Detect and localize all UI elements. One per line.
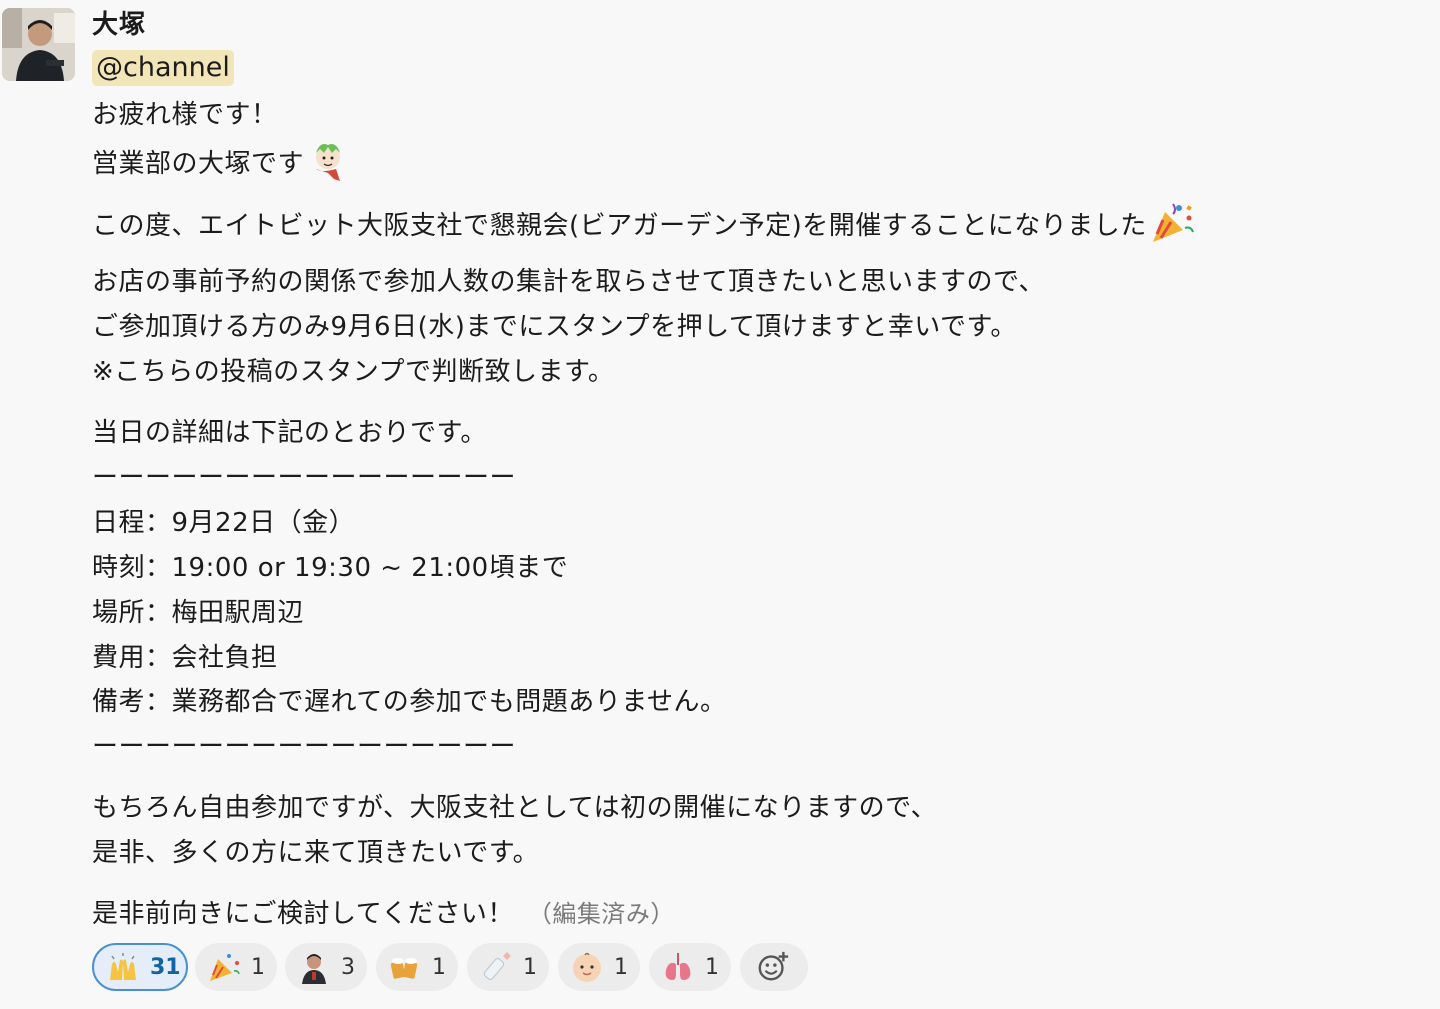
reaction-party-popper[interactable]: 1 [195, 943, 277, 991]
detail-date: 日程：9月22日（金） [92, 508, 356, 538]
party-popper-icon [1149, 200, 1195, 253]
reaction-count: 1 [432, 954, 446, 980]
reaction-baby-bottle[interactable]: 1 [467, 943, 549, 991]
add-emoji-icon [756, 950, 790, 984]
reaction-lungs[interactable]: 1 [649, 943, 731, 991]
message-line-text: この度、エイトビット大阪支社で懇親会(ビアガーデン予定)を開催することになりまし… [92, 211, 1147, 241]
channel-mention[interactable]: @channel [92, 50, 234, 86]
reaction-baby[interactable]: 1 [558, 943, 640, 991]
message-line: ※こちらの投稿のスタンプで判断致します。 [92, 357, 615, 387]
detail-time: 時刻：19:00 or 19:30 ~ 21:00頃まで [92, 553, 569, 583]
message-line: 是非前向きにご検討してください！ （編集済み） [92, 893, 675, 930]
message-line: 是非、多くの方に来て頂きたいです。 [92, 838, 540, 868]
reaction-count: 1 [251, 954, 265, 980]
yotsuba-character-icon [306, 139, 350, 190]
slack-message: 大塚 @channel お疲れ様です！ 営業部の大塚です この度、エイトビット大… [0, 0, 1440, 1009]
baby-bottle-icon [479, 950, 513, 984]
message-line: お店の事前予約の関係で参加人数の集計を取らさせて頂きたいと思いますので、 [92, 267, 1045, 297]
detail-place: 場所：梅田駅周辺 [92, 598, 305, 628]
detail-cost: 費用：会社負担 [92, 643, 278, 673]
message-line: ご参加頂ける方のみ9月6日(水)までにスタンプを押して頂けますと幸いです。 [92, 312, 1017, 342]
message-line: この度、エイトビット大阪支社で懇親会(ビアガーデン予定)を開催することになりまし… [92, 200, 1195, 253]
message-line: もちろん自由参加ですが、大阪支社としては初の開催になりますので、 [92, 793, 938, 823]
reaction-count: 1 [614, 954, 628, 980]
add-reaction-button[interactable] [740, 943, 808, 991]
message-line-text: 営業部の大塚です [92, 149, 305, 179]
sender-name[interactable]: 大塚 [92, 4, 146, 41]
edited-label: （編集済み） [527, 900, 675, 928]
beer-mugs-icon [388, 950, 422, 984]
message-line-text: 是非前向きにご検討してください！ [92, 899, 514, 929]
message-line: 営業部の大塚です [92, 139, 350, 190]
lungs-icon [661, 950, 695, 984]
avatar[interactable] [2, 8, 75, 81]
party-popper-icon [207, 950, 241, 984]
message-line: 当日の詳細は下記のとおりです。 [92, 418, 487, 448]
divider-line: ーーーーーーーーーーーーーーーー [92, 463, 517, 493]
reaction-beers[interactable]: 1 [376, 943, 458, 991]
detail-note: 備考：業務都合で遅れての参加でも問題ありません。 [92, 687, 727, 717]
raised-hands-icon [106, 950, 140, 984]
reaction-person[interactable]: 3 [285, 943, 367, 991]
reaction-count: 31 [150, 954, 181, 980]
person-avatar-icon [297, 950, 331, 984]
reaction-count: 3 [341, 954, 355, 980]
message-line: お疲れ様です！ [92, 100, 278, 130]
reaction-count: 1 [523, 954, 537, 980]
baby-face-icon [570, 950, 604, 984]
divider-line: ーーーーーーーーーーーーーーーー [92, 732, 517, 762]
reaction-count: 1 [705, 954, 719, 980]
reaction-raised-hands[interactable]: 31 [92, 943, 188, 991]
